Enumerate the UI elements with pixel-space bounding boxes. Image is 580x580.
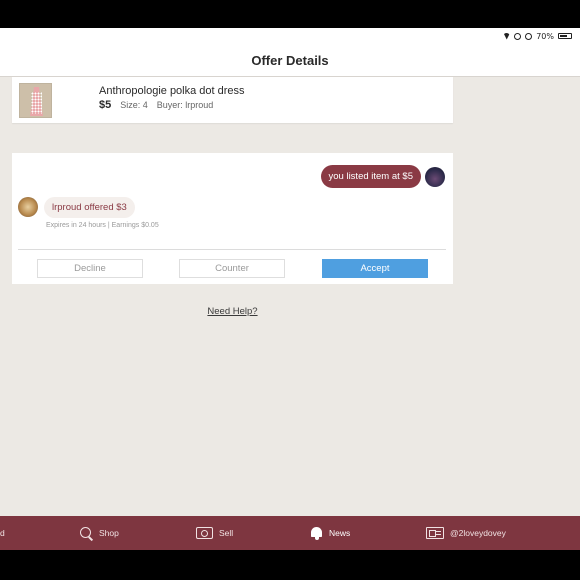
listing-size: Size: 4	[120, 100, 148, 110]
listing-price: $5	[99, 99, 112, 111]
tab-news-label: News	[329, 528, 351, 538]
battery-fill	[560, 35, 567, 37]
divider	[18, 249, 446, 250]
status-bar: 70%	[0, 28, 580, 44]
need-help-link[interactable]: Need Help?	[0, 306, 465, 317]
counter-button[interactable]: Counter	[179, 259, 285, 278]
camera-icon	[196, 527, 213, 539]
search-icon	[80, 526, 93, 540]
tab-news[interactable]: News	[310, 516, 350, 550]
tab-profile[interactable]: @2loveydovey	[426, 516, 506, 550]
offer-expiry-note: Expires in 24 hours | Earnings $0.05	[46, 222, 159, 229]
dress-thumbnail[interactable]	[19, 83, 52, 118]
tab-shop[interactable]: Shop	[80, 516, 119, 550]
listing-title: Anthropologie polka dot dress	[99, 85, 245, 97]
alarm-icon	[514, 32, 522, 40]
offered-message-bubble: lrproud offered $3	[44, 197, 135, 218]
decline-button[interactable]: Decline	[37, 259, 143, 278]
tab-bar: d Shop Sell News @2loveydovey	[0, 516, 580, 550]
app-screen: 70% Offer Details Anthropologie polka do…	[0, 28, 580, 550]
tab-partial-label: d	[0, 528, 5, 538]
bell-icon	[310, 526, 323, 540]
tab-shop-label: Shop	[99, 528, 119, 538]
nav-bar: Offer Details	[0, 44, 580, 77]
listing-card[interactable]: Anthropologie polka dot dress $5 Size: 4…	[12, 77, 453, 123]
profile-card-icon	[426, 527, 444, 539]
listing-meta: $5 Size: 4 Buyer: lrproud	[99, 99, 213, 111]
polka-dots	[31, 92, 42, 114]
rotation-lock-icon	[525, 32, 533, 40]
offer-card: you listed item at $5 lrproud offered $3…	[12, 153, 453, 284]
battery-percent: 70%	[536, 31, 554, 41]
tab-sell[interactable]: Sell	[196, 516, 233, 550]
tab-sell-label: Sell	[219, 528, 234, 538]
battery-icon	[558, 33, 572, 39]
page-title: Offer Details	[251, 52, 329, 68]
buyer-avatar[interactable]	[18, 197, 38, 217]
listing-buyer: Buyer: lrproud	[156, 100, 214, 110]
listed-message-bubble: you listed item at $5	[320, 165, 421, 188]
tab-partial[interactable]: d	[0, 516, 5, 550]
tab-profile-label: @2loveydovey	[450, 528, 506, 538]
accept-button[interactable]: Accept	[322, 259, 428, 278]
seller-avatar[interactable]	[425, 167, 445, 187]
wifi-icon	[503, 32, 511, 40]
